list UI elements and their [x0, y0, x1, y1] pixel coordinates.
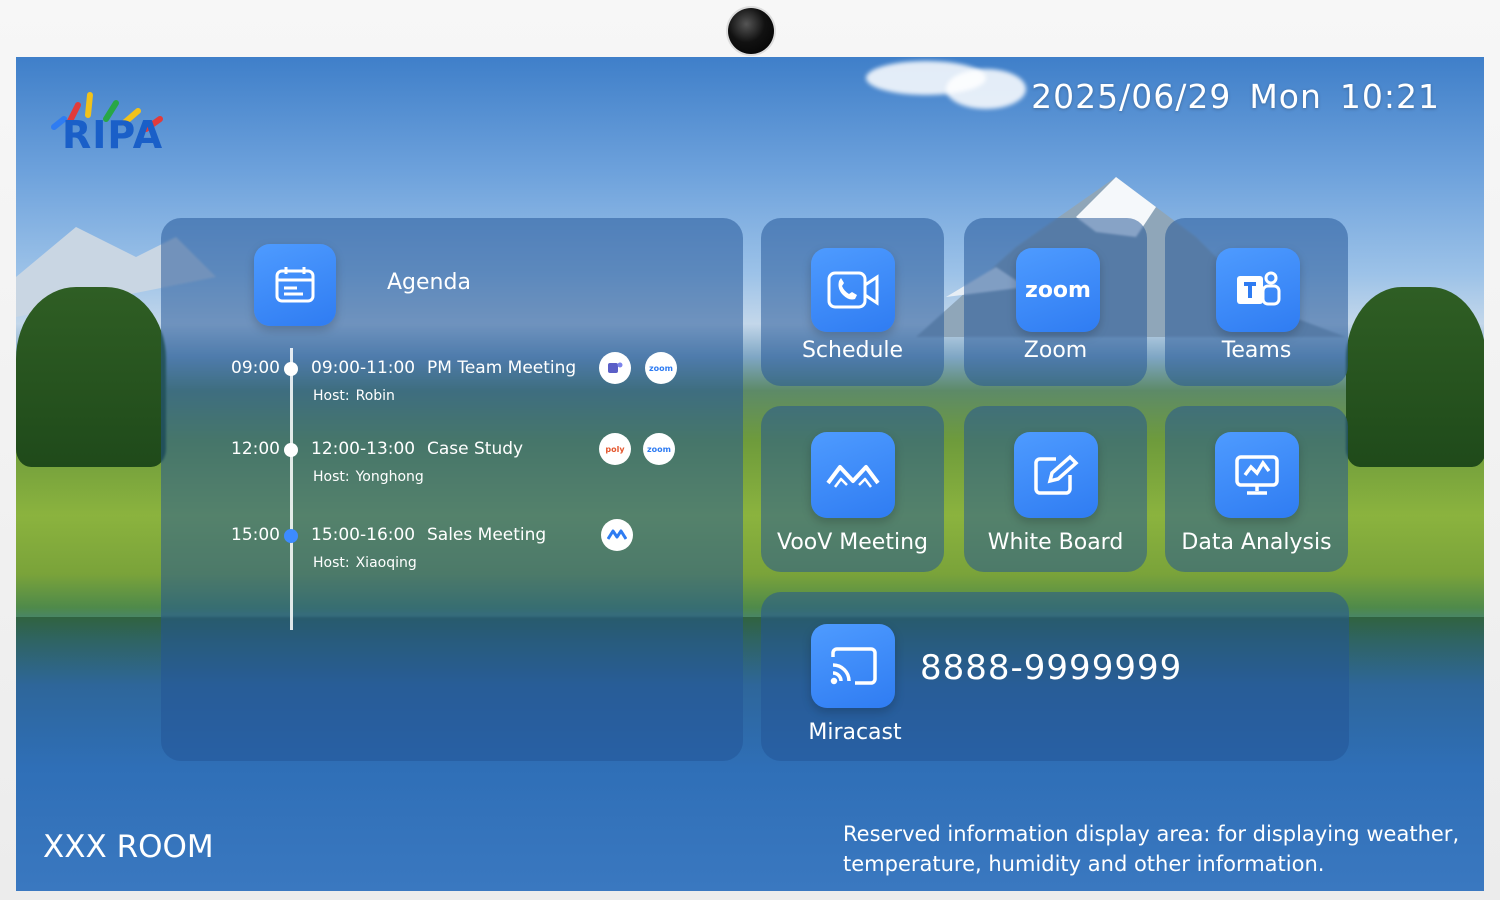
- agenda-item-title: PM Team Meeting: [427, 358, 577, 378]
- schedule-tile[interactable]: Schedule: [761, 218, 944, 386]
- teams-tile[interactable]: Teams: [1165, 218, 1348, 386]
- whiteboard-tile[interactable]: White Board: [964, 406, 1147, 572]
- agenda-item-host: Host: Robin: [313, 388, 395, 404]
- voov-icon[interactable]: [601, 519, 633, 551]
- clock-weekday: Mon: [1249, 77, 1322, 116]
- miracast-code: 8888-9999999: [920, 648, 1183, 688]
- data-analysis-label: Data Analysis: [1181, 530, 1332, 555]
- zoom-icon[interactable]: zoom: [645, 352, 677, 384]
- cast-icon: [811, 624, 895, 708]
- phone-video-icon: [811, 248, 895, 332]
- agenda-item-title: Case Study: [427, 439, 524, 459]
- schedule-label: Schedule: [801, 338, 904, 363]
- agenda-item-time: 09:00: [231, 358, 280, 378]
- teams-label: Teams: [1221, 338, 1292, 363]
- whiteboard-label: White Board: [987, 530, 1124, 555]
- agenda-item-host: Host: Yonghong: [313, 469, 424, 485]
- zoom-wordmark: zoom: [1025, 277, 1091, 303]
- zoom-icon: zoom: [1016, 248, 1100, 332]
- clock-date: 2025/06/29: [1031, 77, 1232, 116]
- whiteboard-icon: [1014, 432, 1098, 518]
- agenda-timeline: [290, 348, 293, 630]
- info-area: Reserved information display area: for d…: [843, 822, 1460, 876]
- home-screen: RIPA 2025/06/29 Mon 10:21 Agenda 09:00 0…: [16, 57, 1484, 891]
- teams-icon[interactable]: [599, 352, 631, 384]
- monitor-chart-icon: [1215, 432, 1299, 518]
- voov-tile[interactable]: VooV Meeting: [761, 406, 944, 572]
- miracast-panel[interactable]: 8888-9999999 Miracast: [761, 592, 1349, 761]
- timeline-dot-current: [284, 529, 298, 543]
- host-label: Host:: [313, 388, 350, 404]
- agenda-item-host: Host: Xiaoqing: [313, 555, 417, 571]
- host-label: Host:: [313, 555, 350, 571]
- data-analysis-tile[interactable]: Data Analysis: [1165, 406, 1348, 572]
- clock: 2025/06/29 Mon 10:21: [1031, 77, 1440, 116]
- agenda-panel[interactable]: Agenda 09:00 09:00-11:00 PM Team Meeting…: [161, 218, 743, 761]
- cloud: [946, 69, 1026, 109]
- forest: [16, 287, 166, 467]
- voov-label: VooV Meeting: [776, 530, 928, 555]
- host-label: Host:: [313, 469, 350, 485]
- agenda-item-range: 09:00-11:00: [311, 358, 416, 378]
- calendar-icon: [254, 244, 336, 326]
- host-name: Yonghong: [355, 469, 424, 485]
- agenda-title: Agenda: [387, 270, 471, 295]
- agenda-item-range: 12:00-13:00: [311, 439, 416, 459]
- host-name: Xiaoqing: [355, 555, 417, 571]
- clock-time: 10:21: [1339, 77, 1440, 116]
- agenda-item-time: 12:00: [231, 439, 280, 459]
- zoom-label: Zoom: [1023, 338, 1088, 363]
- room-name: XXX ROOM: [43, 829, 214, 865]
- timeline-dot: [284, 443, 298, 457]
- teams-icon: [1216, 248, 1300, 332]
- zoom-tile[interactable]: zoom Zoom: [964, 218, 1147, 386]
- agenda-item-time: 15:00: [231, 525, 280, 545]
- agenda-item-range: 15:00-16:00: [311, 525, 416, 545]
- poly-icon[interactable]: poly: [599, 433, 631, 465]
- voov-icon: [811, 432, 895, 518]
- timeline-dot: [284, 362, 298, 376]
- zoom-icon[interactable]: zoom: [643, 433, 675, 465]
- agenda-item-title: Sales Meeting: [427, 525, 547, 545]
- camera-icon: [728, 8, 774, 54]
- host-name: Robin: [355, 388, 395, 404]
- brand-name: RIPA: [62, 113, 164, 157]
- miracast-label: Miracast: [808, 720, 902, 745]
- forest: [1346, 287, 1484, 467]
